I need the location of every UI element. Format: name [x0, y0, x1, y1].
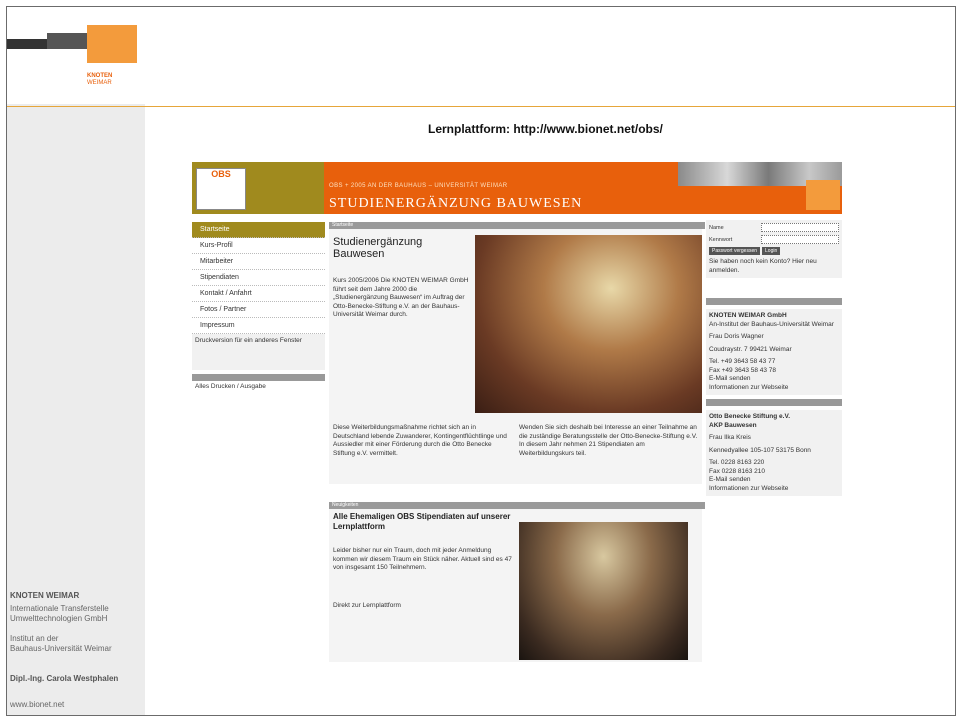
main-intro: Kurs 2005/2006 Die KNOTEN WEIMAR GmbH fü…	[333, 277, 469, 318]
contact2-mail[interactable]: E-Mail senden	[709, 476, 839, 485]
svg-text:WEIMAR: WEIMAR	[87, 80, 112, 86]
sidebar-line1: Internationale Transferstelle	[10, 604, 109, 613]
contact1-fax: Fax +49 3643 58 43 78	[709, 366, 777, 374]
right-divider-2	[706, 399, 842, 406]
nav-note: Druckversion für ein anderes Fenster	[192, 334, 325, 370]
website-screenshot: OBS OBS + 2005 AN DER BAUHAUS – UNIVERSI…	[192, 162, 842, 662]
header-divider	[7, 106, 955, 107]
contact1-org: KNOTEN WEIMAR GmbH	[709, 312, 787, 319]
contact2-fax: Fax 0228 8163 210	[709, 467, 766, 475]
password-label: Kennwort	[709, 236, 733, 243]
contact1-sub: An-Institut der Bauhaus-Universität Weim…	[709, 320, 834, 328]
obs-logo-text: OBS	[211, 169, 231, 179]
site-title: STUDIENERGÄNZUNG BAUWESEN	[329, 196, 583, 211]
nav-item-stipendiaten[interactable]: Stipendiaten	[192, 270, 325, 286]
sidebar-line4: Bauhaus-Universität Weimar	[10, 644, 112, 653]
sidebar-line2: Umwelttechnologien GmbH	[10, 614, 108, 623]
news-body: Leider bisher nur ein Traum, doch mit je…	[333, 547, 512, 571]
group-photo	[519, 522, 688, 660]
nav-item-kurs-profil[interactable]: Kurs-Profil	[192, 238, 325, 254]
contact2-phone: Tel. 0228 8163 220	[709, 459, 765, 466]
password-row: Kennwort	[709, 235, 839, 244]
obs-logo[interactable]: OBS	[196, 168, 246, 210]
login-button[interactable]: Login	[762, 247, 781, 255]
nav-item-mitarbeiter[interactable]: Mitarbeiter	[192, 254, 325, 270]
contact1-web[interactable]: Informationen zur Webseite	[709, 384, 839, 393]
right-divider-1	[706, 298, 842, 305]
svg-text:KNOTEN: KNOTEN	[87, 73, 112, 79]
news-link[interactable]: Direkt zur Lernplattform	[333, 602, 401, 611]
sidebar-person: Dipl.-Ing. Carola Westphalen	[10, 674, 119, 683]
main-text-left: Diese Weiterbildungsmaßnahme richtet sic…	[333, 424, 507, 457]
login-box: Name Kennwort Passwort vergessen Login S…	[706, 220, 842, 278]
contact2-org: Otto Benecke Stiftung e.V.	[709, 413, 791, 420]
nav-item-kontakt[interactable]: Kontakt / Anfahrt	[192, 286, 325, 302]
contact2-sub: AKP Bauwesen	[709, 421, 757, 429]
site-subtitle: OBS + 2005 AN DER BAUHAUS – UNIVERSITÄT …	[329, 183, 508, 189]
news-section-header: Neuigkeiten	[329, 502, 705, 509]
register-link[interactable]: Sie haben noch kein Konto? Hier neu anme…	[709, 258, 839, 275]
sidebar-org: KNOTEN WEIMAR	[10, 591, 80, 600]
nav-item-impressum[interactable]: Impressum	[192, 318, 325, 334]
contact1-mail[interactable]: E-Mail senden	[709, 375, 839, 384]
forgot-password-button[interactable]: Passwort vergessen	[709, 247, 761, 255]
contact1-person: Frau Doris Wagner	[709, 333, 764, 340]
contact1-phone: Tel. +49 3643 58 43 77	[709, 358, 776, 365]
name-label: Name	[709, 224, 724, 231]
main-title: Studienergänzung Bauwesen	[333, 236, 423, 260]
nav-print-link[interactable]: Alles Drucken / Ausgabe	[192, 381, 325, 394]
nav-item-partner[interactable]: Fotos / Partner	[192, 302, 325, 318]
obs-logo-area: OBS	[192, 162, 324, 214]
main-text-right: Wenden Sie sich deshalb bei Interesse an…	[519, 424, 698, 457]
classroom-photo	[475, 235, 702, 413]
contact2-person: Frau Ilka Kreis	[709, 434, 751, 441]
knoten-logo: KNOTEN WEIMAR	[7, 7, 145, 104]
main-section-header: Startseite	[329, 222, 705, 229]
contact-box-knoten: KNOTEN WEIMAR GmbH An-Institut der Bauha…	[706, 309, 842, 395]
contact2-address: Kennedyallee 105-107 53175 Bonn	[709, 446, 811, 454]
contact-box-obs: Otto Benecke Stiftung e.V. AKP Bauwesen …	[706, 410, 842, 496]
slide-headline: Lernplattform: http://www.bionet.net/obs…	[428, 122, 663, 136]
name-row: Name	[709, 223, 839, 232]
nav-divider	[192, 374, 325, 381]
login-buttons: Passwort vergessen Login	[709, 247, 839, 255]
news-title: Alle Ehemaligen OBS Stipendiaten auf uns…	[333, 512, 511, 531]
contact2-web[interactable]: Informationen zur Webseite	[709, 485, 839, 494]
logo-graphic: KNOTEN WEIMAR	[7, 25, 137, 86]
sidebar-line3: Institut an der	[10, 634, 59, 643]
password-input[interactable]	[761, 235, 839, 244]
nav-item-startseite[interactable]: Startseite	[192, 222, 325, 238]
right-column: Name Kennwort Passwort vergessen Login S…	[706, 220, 842, 500]
sidebar-url: www.bionet.net	[10, 700, 65, 709]
header-banner-square	[806, 180, 840, 210]
site-nav: Startseite Kurs-Profil Mitarbeiter Stipe…	[192, 222, 325, 394]
name-input[interactable]	[761, 223, 839, 232]
contact1-address: Coudraystr. 7 99421 Weimar	[709, 345, 792, 353]
